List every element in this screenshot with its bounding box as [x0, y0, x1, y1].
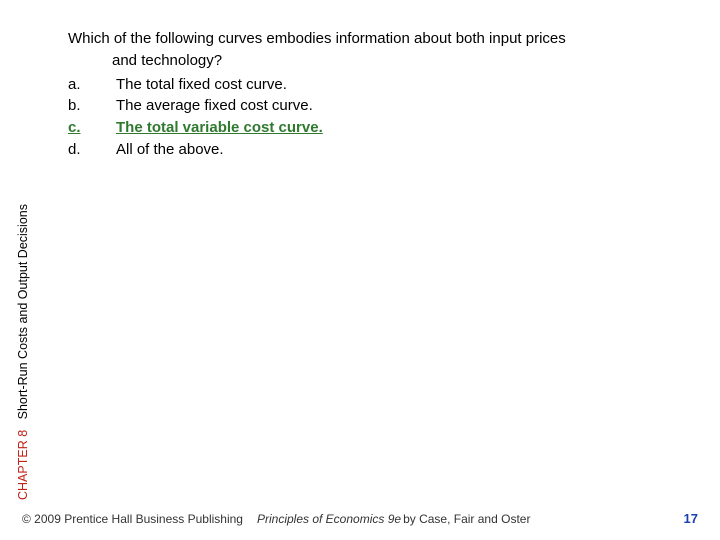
- option-text: The total variable cost curve.: [116, 117, 323, 139]
- book-title: Principles of Economics 9e: [257, 512, 401, 526]
- option-text: The average fixed cost curve.: [116, 95, 323, 117]
- chapter-title: Short-Run Costs and Output Decisions: [16, 204, 30, 419]
- option-a: a. The total fixed cost curve.: [68, 74, 323, 96]
- authors: by Case, Fair and Oster: [403, 512, 530, 526]
- option-text: The total fixed cost curve.: [116, 74, 323, 96]
- page-number: 17: [684, 511, 698, 526]
- option-d: d. All of the above.: [68, 139, 323, 161]
- question-line2: and technology?: [68, 50, 688, 72]
- quiz-content: Which of the following curves embodies i…: [68, 28, 688, 161]
- option-b: b. The average fixed cost curve.: [68, 95, 323, 117]
- option-letter: d.: [68, 139, 116, 161]
- options-list: a. The total fixed cost curve. b. The av…: [68, 74, 323, 161]
- chapter-number: CHAPTER 8: [16, 430, 30, 500]
- option-letter: b.: [68, 95, 116, 117]
- question-text: Which of the following curves embodies i…: [68, 28, 688, 72]
- chapter-side-label: CHAPTER 8 Short-Run Costs and Output Dec…: [16, 204, 30, 500]
- option-letter: c.: [68, 117, 116, 139]
- option-text: All of the above.: [116, 139, 323, 161]
- option-c-correct: c. The total variable cost curve.: [68, 117, 323, 139]
- option-letter: a.: [68, 74, 116, 96]
- copyright: © 2009 Prentice Hall Business Publishing: [22, 512, 243, 526]
- question-line1: Which of the following curves embodies i…: [68, 30, 566, 47]
- footer: © 2009 Prentice Hall Business Publishing…: [22, 511, 698, 526]
